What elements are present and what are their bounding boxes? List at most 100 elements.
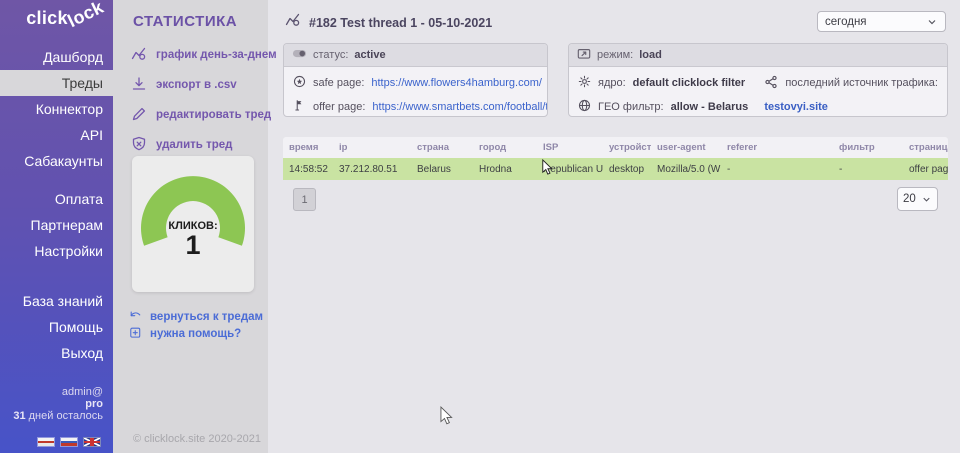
- sidebar-item-0[interactable]: Дашборд: [0, 44, 113, 70]
- stats-menu-item-2[interactable]: редактировать тред: [113, 100, 268, 130]
- globe-icon: [578, 99, 591, 115]
- column-header-4: ISP: [537, 137, 603, 158]
- account-info: admin@ pro 31 дней осталось: [13, 386, 103, 422]
- statistics-sidebar: СТАТИСТИКА график день-за-днемэкспорт в …: [113, 0, 268, 453]
- logo-part-lock: lock: [64, 0, 107, 32]
- gauge-value: 1: [132, 232, 254, 258]
- stats-link-label: нужна помощь?: [150, 328, 241, 340]
- column-header-1: ip: [333, 137, 411, 158]
- stats-link-0[interactable]: вернуться к тредам: [129, 308, 263, 325]
- chart-line-icon: [131, 46, 147, 65]
- sidebar-item-6[interactable]: Партнерам: [0, 212, 113, 238]
- sidebar-item-7[interactable]: Настройки: [0, 238, 113, 264]
- statistics-links: вернуться к тредам нужна помощь?: [129, 308, 263, 342]
- period-select-value: сегодня: [825, 16, 867, 28]
- sidebar-item-4[interactable]: Сабакаунты: [0, 148, 113, 174]
- gauge-text: КЛИКОВ: 1: [132, 220, 254, 258]
- page-size-value: 20: [903, 193, 916, 205]
- table-row[interactable]: 14:58:5237.212.80.51BelarusHrodnaRepubli…: [283, 158, 948, 180]
- page-header: #182 Test thread 1 - 05-10-2021: [285, 12, 492, 33]
- status-row-label: offer page:: [313, 101, 365, 113]
- shield-star-icon: [293, 75, 306, 91]
- stats-menu-label: удалить тред: [156, 139, 232, 151]
- column-header-9: страница: [903, 137, 948, 158]
- stats-menu-label: редактировать тред: [156, 109, 271, 121]
- main-content: #182 Test thread 1 - 05-10-2021 сегодня …: [268, 0, 960, 453]
- clicklock-app: clicklock ДашбордТредыКоннекторAPIСабака…: [0, 0, 960, 453]
- mode-settings: ядро: default clicklock filter ГЕО фильтр:…: [578, 71, 764, 117]
- table-cell: offer page: [903, 158, 948, 180]
- flag-pole-icon: [293, 99, 306, 115]
- mode-panel-header: режим: load: [569, 44, 947, 67]
- column-header-0: время: [283, 137, 333, 158]
- pencil-icon: [131, 106, 147, 125]
- traffic-source: последний источник трафика: testovyi.sit…: [764, 71, 938, 117]
- mode-label: режим:: [597, 49, 633, 61]
- status-panel-header: статус: active: [284, 44, 547, 67]
- stats-link-1[interactable]: нужна помощь?: [129, 325, 263, 342]
- copyright-footer: © clicklock.site 2020-2021: [133, 433, 261, 445]
- sidebar-item-1[interactable]: Треды: [0, 70, 113, 96]
- traffic-source-row: последний источник трафика:: [764, 71, 938, 95]
- traffic-source-link[interactable]: testovyi.site: [764, 95, 938, 117]
- mode-value: load: [639, 49, 662, 61]
- status-row-link[interactable]: https://www.smartbets.com/football/tea..…: [372, 101, 548, 113]
- page-size-select[interactable]: 20: [897, 187, 938, 211]
- shield-x-icon: [131, 136, 147, 155]
- table-cell: Mozilla/5.0 (Win...: [651, 158, 721, 180]
- pagination-page-1-button[interactable]: 1: [293, 188, 316, 211]
- sidebar-item-10[interactable]: Выход: [0, 340, 113, 366]
- column-header-3: город: [473, 137, 537, 158]
- share-icon: [764, 75, 778, 92]
- column-header-7: referer: [721, 137, 833, 158]
- main-sidebar: clicklock ДашбордТредыКоннекторAPIСабака…: [0, 0, 113, 453]
- mode-panel: режим: load ядро: default clicklock filte…: [568, 43, 948, 117]
- stats-menu-label: график день-за-днем: [156, 49, 277, 61]
- table-cell: Belarus: [411, 158, 473, 180]
- account-plan: pro: [13, 398, 103, 410]
- statistics-menu: график день-за-днемэкспорт в .csv редакти…: [113, 40, 268, 160]
- stats-menu-item-0[interactable]: график день-за-днем: [113, 40, 268, 70]
- column-header-5: устройство: [603, 137, 651, 158]
- flag-russia-icon[interactable]: [60, 437, 78, 447]
- status-row-link[interactable]: https://www.flowers4hamburg.com/: [371, 77, 542, 89]
- table-cell: desktop: [603, 158, 651, 180]
- column-header-2: страна: [411, 137, 473, 158]
- status-panel-body: safe page:https://www.flowers4hamburg.co…: [284, 67, 547, 117]
- download-icon: [131, 76, 147, 95]
- toggle-icon[interactable]: [292, 46, 307, 64]
- mode-row-0: ядро: default clicklock filter: [578, 71, 764, 95]
- clicks-gauge: КЛИКОВ: 1: [132, 156, 254, 292]
- sidebar-item-9[interactable]: Помощь: [0, 314, 113, 340]
- flag-belarus-icon[interactable]: [37, 437, 55, 447]
- mode-row-value: default clicklock filter: [633, 77, 745, 89]
- traffic-source-label: последний источник трафика:: [785, 77, 938, 89]
- sidebar-item-3[interactable]: API: [0, 122, 113, 148]
- screen-arrow-icon: [577, 47, 591, 64]
- language-flags: [37, 437, 101, 447]
- status-panel: статус: active safe page:https://www.flo…: [283, 43, 548, 117]
- mode-panel-body: ядро: default clicklock filter ГЕО фильтр:…: [569, 67, 947, 117]
- table-cell: Hrodna: [473, 158, 537, 180]
- stats-link-label: вернуться к тредам: [150, 311, 263, 323]
- status-row-0: safe page:https://www.flowers4hamburg.co…: [293, 71, 538, 95]
- status-value: active: [354, 49, 385, 61]
- mode-row-1: ГЕО фильтр:allow - Belarus: [578, 95, 764, 117]
- sidebar-item-8[interactable]: База знаний: [0, 288, 113, 314]
- column-header-8: фильтр: [833, 137, 903, 158]
- chevron-down-icon: [921, 194, 932, 205]
- table-cell: -: [833, 158, 903, 180]
- stats-menu-item-1[interactable]: экспорт в .csv: [113, 70, 268, 100]
- clicklock-logo[interactable]: clicklock: [0, 8, 113, 29]
- undo-icon: [129, 309, 142, 325]
- mode-row-label: ядро:: [598, 77, 626, 89]
- sidebar-item-2[interactable]: Коннектор: [0, 96, 113, 122]
- chart-line-icon: [285, 12, 301, 33]
- period-select[interactable]: сегодня: [817, 11, 946, 32]
- statistics-title: СТАТИСТИКА: [133, 13, 237, 30]
- table-cell: -: [721, 158, 833, 180]
- status-label: статус:: [313, 49, 348, 61]
- mode-row-label: ГЕО фильтр:: [598, 101, 664, 113]
- sidebar-item-5[interactable]: Оплата: [0, 186, 113, 212]
- flag-uk-icon[interactable]: [83, 437, 101, 447]
